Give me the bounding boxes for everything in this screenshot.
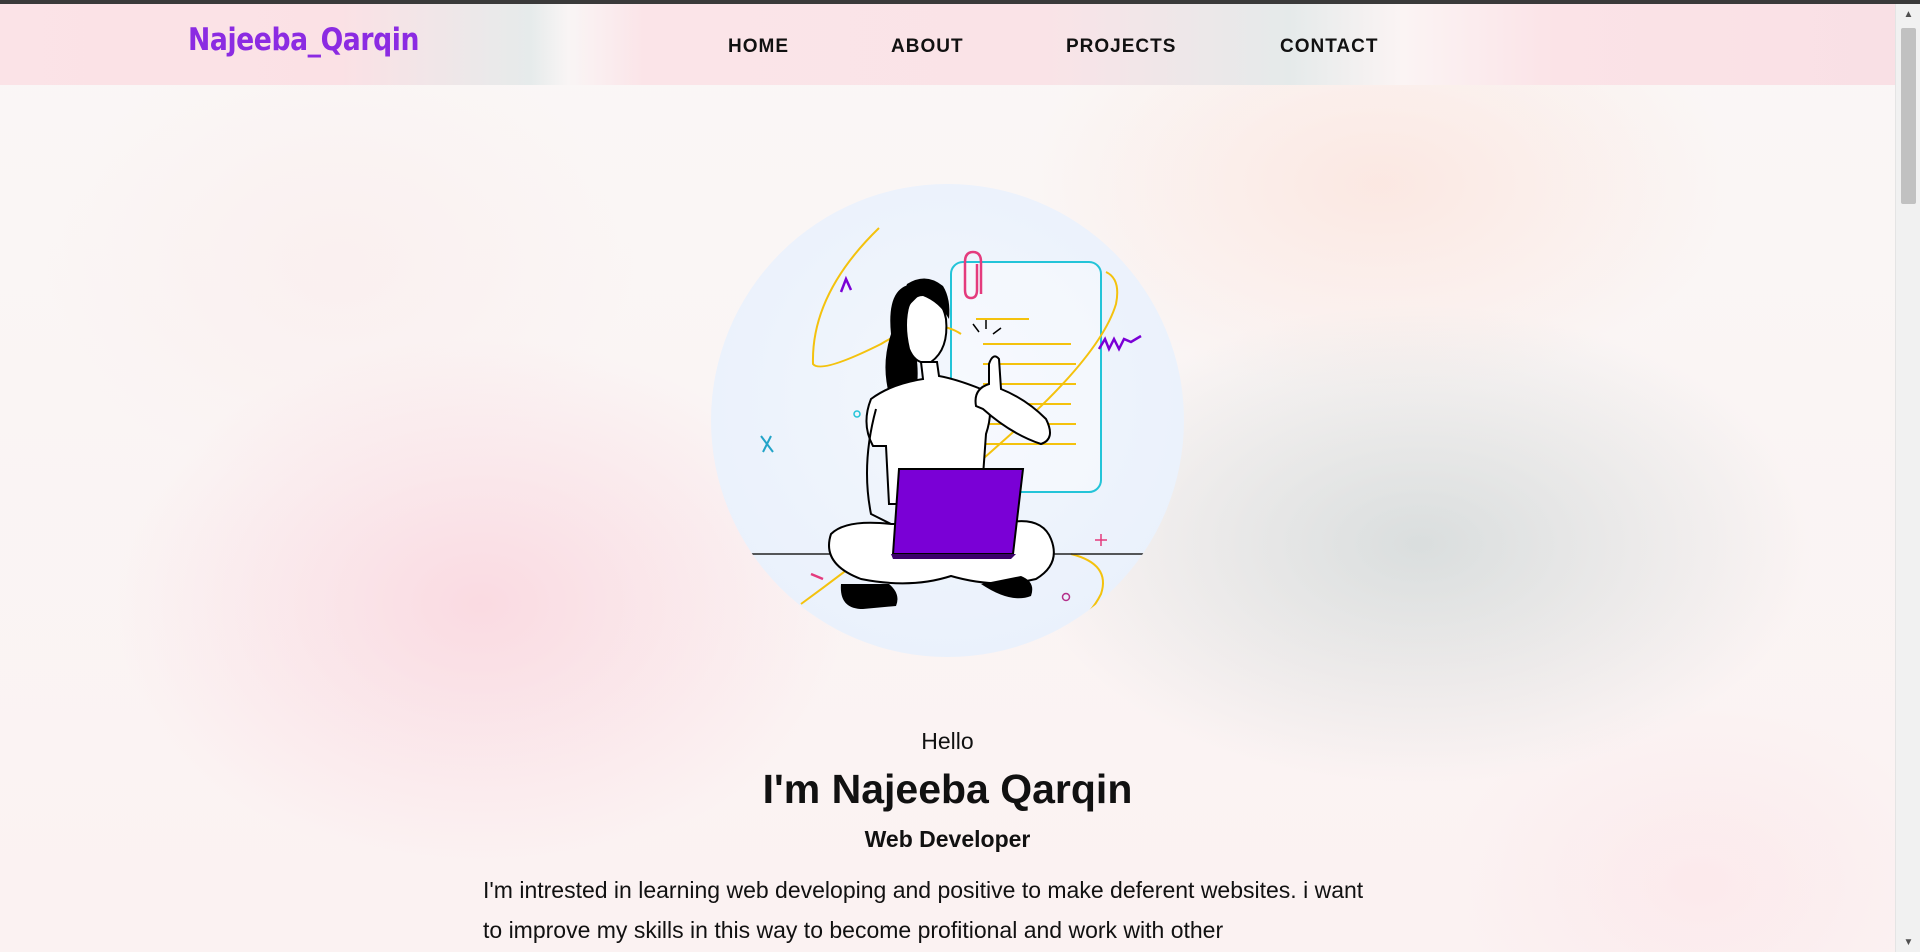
nav-about-link[interactable]: ABOUT bbox=[891, 36, 964, 58]
nav-home-link[interactable]: HOME bbox=[728, 36, 789, 58]
laptop-icon bbox=[891, 468, 1025, 555]
scrollbar-thumb[interactable] bbox=[1901, 28, 1916, 204]
scroll-up-arrow-icon[interactable]: ▲ bbox=[1896, 4, 1920, 24]
page: Najeeba_Qarqin HOME ABOUT PROJECTS CONTA… bbox=[0, 4, 1895, 952]
scroll-down-arrow-icon[interactable]: ▼ bbox=[1896, 932, 1920, 952]
hero-role: Web Developer bbox=[864, 826, 1031, 852]
nav-contact-link[interactable]: CONTACT bbox=[1280, 36, 1378, 58]
hero-greeting: Hello bbox=[921, 728, 974, 754]
vertical-scrollbar[interactable]: ▲ ▼ bbox=[1895, 4, 1920, 952]
nav-projects-link[interactable]: PROJECTS bbox=[1066, 36, 1176, 58]
woman-laptop-illustration-icon bbox=[751, 227, 1144, 630]
nav-links: HOME ABOUT PROJECTS CONTACT bbox=[0, 36, 1895, 60]
shoe-icon bbox=[840, 584, 898, 609]
hero-intro: I'm intrested in learning web developing… bbox=[483, 877, 1364, 943]
hero-headline: I'm Najeeba Qarqin bbox=[762, 766, 1133, 812]
navbar: Najeeba_Qarqin HOME ABOUT PROJECTS CONTA… bbox=[0, 4, 1895, 85]
profile-illustration bbox=[711, 184, 1184, 657]
sparkle-icon bbox=[839, 275, 853, 293]
